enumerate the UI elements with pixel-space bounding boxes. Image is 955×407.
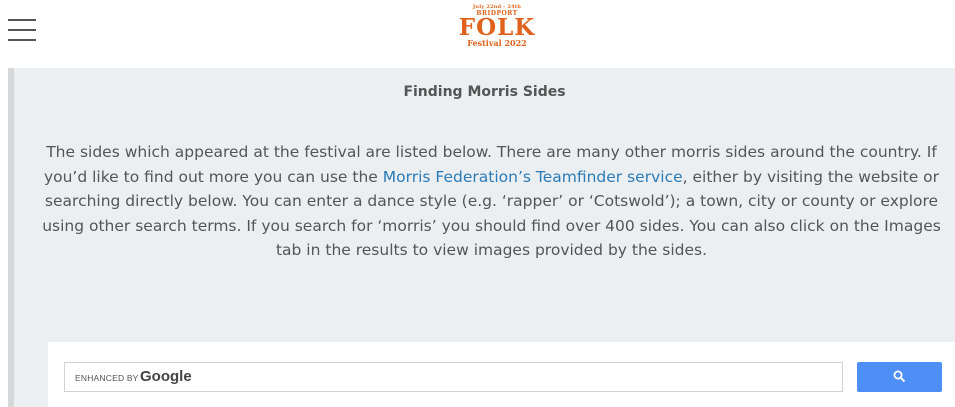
search-input[interactable]: ENHANCED BY Google	[64, 362, 843, 392]
menu-bar	[8, 39, 36, 41]
search-icon	[893, 370, 906, 383]
logo-name: FOLK	[458, 14, 536, 41]
page-title: Finding Morris Sides	[403, 84, 566, 100]
festival-logo[interactable]: July 22nd - 24th BRIDPORT FOLK Festival …	[457, 4, 537, 58]
teamfinder-link[interactable]: Morris Federation’s Teamfinder service	[383, 168, 683, 186]
menu-bar	[8, 29, 36, 31]
google-search-box: ENHANCED BY Google	[48, 342, 955, 407]
hamburger-menu-icon[interactable]	[8, 19, 36, 41]
menu-bar	[8, 19, 36, 21]
header: July 22nd - 24th BRIDPORT FOLK Festival …	[0, 0, 955, 62]
intro-paragraph: The sides which appeared at the festival…	[34, 140, 949, 263]
search-button[interactable]	[857, 362, 942, 392]
logo-subtitle: Festival 2022	[467, 38, 527, 48]
content-panel: Finding Morris Sides The sides which app…	[8, 68, 955, 407]
enhanced-by-label: ENHANCED BY	[75, 373, 139, 383]
google-brand: Google	[140, 368, 192, 385]
